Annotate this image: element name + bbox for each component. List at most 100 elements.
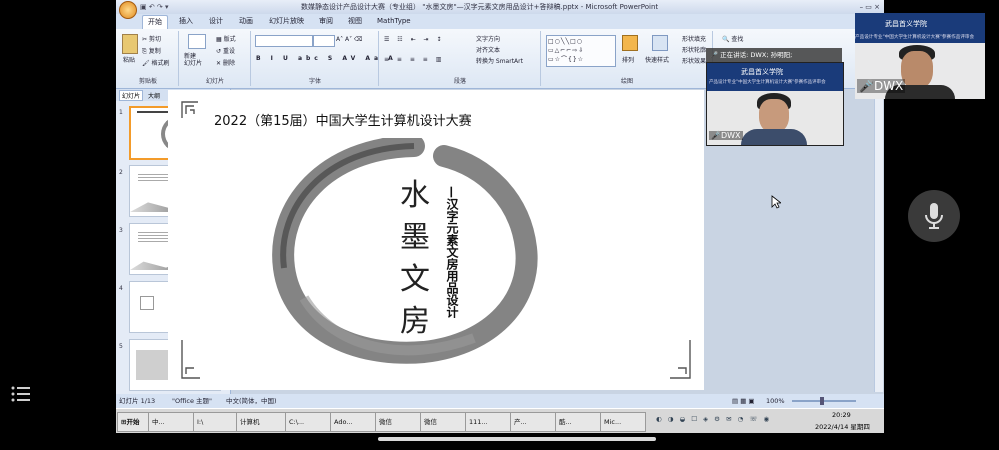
clipboard-label: 剪贴板 (138, 78, 157, 85)
office-button[interactable] (119, 1, 137, 19)
mouse-cursor (771, 195, 781, 209)
drawing-label: 绘图 (620, 78, 633, 85)
vertical-title-char-1: 水 (400, 178, 430, 213)
delete-button[interactable]: ✕ 删除 (216, 58, 235, 67)
tab-animation[interactable]: 动画 (234, 15, 258, 28)
system-tray-icons[interactable]: ◐ ◑ ◒ ☐ ◈ ⚙ ✉ ◔ ☏ ◉ (656, 415, 771, 423)
view-buttons[interactable]: ▤ ▦ ▣ (732, 394, 755, 408)
speaking-indicator: 🎤 正在讲话: DWX; 孙明阳; (706, 48, 842, 62)
video-tile-dwx[interactable]: 武昌首义学院 产品设计专业"中国大学生计算机设计大赛"参赛作品评审会 🎤DWX (706, 62, 844, 146)
slides-label: 幻灯片 (205, 78, 224, 85)
arrange-icon[interactable] (622, 35, 638, 51)
taskbar-item-9[interactable]: 产... (510, 412, 556, 432)
shape-effects-button[interactable]: 形状效果 (682, 56, 706, 65)
window-title: 数媒静态设计产品设计大赛（专业组） "水墨文房"—汉字元素文房用品设计+答辩稿.… (301, 3, 659, 11)
new-slide-icon[interactable] (188, 34, 206, 49)
copy-button[interactable]: ⎘ 复制 (142, 46, 161, 56)
slide-heading: 2022（第15届）中国大学生计算机设计大赛 (214, 114, 472, 129)
taskbar-item-1[interactable]: 中... (148, 412, 194, 432)
speaker-mic-icon: 🎤 (710, 51, 719, 59)
align-text-button[interactable]: 对齐文本 (476, 45, 500, 54)
taskbar-item-6[interactable]: 微信 (375, 412, 421, 432)
self-video-tile[interactable]: 武昌首义学院 产品设计专业"中国大学生计算机设计大赛"参赛作品评审会 🎤DWX (855, 13, 985, 99)
tab-outline-panel[interactable]: 大纲 (148, 91, 160, 100)
reset-button[interactable]: ↺ 重设 (216, 46, 235, 55)
taskbar-item-7[interactable]: 微信 (420, 412, 466, 432)
home-indicator (378, 437, 656, 441)
tab-design[interactable]: 设计 (204, 15, 228, 28)
clock-date: 2022/4/14 星期四 (815, 423, 870, 431)
self-banner: 产品设计专业"中国大学生计算机设计大赛"参赛作品评审会 (855, 35, 975, 40)
tab-slides-panel[interactable]: 幻灯片 (119, 90, 144, 101)
vertical-scrollbar[interactable] (874, 92, 883, 392)
paste-icon[interactable] (122, 34, 138, 54)
language-indicator: 中文(简体，中国) (226, 397, 277, 405)
title-bar: ▣ ↶ ↷ ▾ 数媒静态设计产品设计大赛（专业组） "水墨文房"—汉字元素文房用… (116, 0, 884, 19)
taskbar-item-10[interactable]: 酷... (555, 412, 601, 432)
taskbar-item-8[interactable]: 111... (465, 412, 511, 432)
quick-access-toolbar[interactable]: ▣ ↶ ↷ ▾ (140, 0, 169, 14)
tab-slideshow[interactable]: 幻灯片放映 (264, 15, 309, 28)
taskbar-item-5[interactable]: Ado... (330, 412, 376, 432)
corner-ornament-top-left (181, 101, 198, 118)
font-label: 字体 (308, 78, 321, 85)
self-mic-icon: 🎤 (859, 79, 874, 93)
new-slide-button[interactable]: 新建 幻灯片 (184, 53, 202, 67)
list-buttons[interactable]: ☰ ☷ ⇤ ⇥ ↕ (384, 36, 444, 43)
self-school-name: 武昌首义学院 (885, 20, 927, 28)
paragraph-label: 段落 (453, 78, 466, 85)
zoom-level[interactable]: 100% (766, 394, 785, 408)
font-size-select[interactable] (313, 35, 335, 47)
shape-fill-button[interactable]: 形状填充 (682, 34, 706, 43)
taskbar-item-3[interactable]: 计算机 (236, 412, 286, 432)
arrange-button[interactable]: 排列 (622, 55, 634, 64)
vertical-title-char-4: 房 (400, 304, 430, 339)
taskbar-item-11[interactable]: Mic... (600, 412, 646, 432)
zoom-slider[interactable] (792, 400, 856, 402)
cut-button[interactable]: ✂ 剪切 (142, 34, 161, 43)
start-button[interactable]: ⊞开始 (117, 412, 149, 432)
smartart-button[interactable]: 转换为 SmartArt (476, 56, 523, 65)
speaking-label: 正在讲话: DWX; 孙明阳; (720, 51, 793, 59)
shape-outline-button[interactable]: 形状轮廓 (682, 45, 706, 54)
window-controls[interactable]: – ▭ × (860, 0, 880, 14)
tab-home[interactable]: 开始 (142, 15, 168, 29)
format-painter-button[interactable]: 🖌 格式刷 (142, 58, 170, 67)
zoom-slider-thumb[interactable] (820, 397, 824, 405)
vertical-subtitle: —汉字元素文房用品设计 (445, 186, 459, 318)
status-bar: 幻灯片 1/13 "Office 主题" 中文(简体，中国) ▤ ▦ ▣ 100… (116, 394, 884, 408)
vertical-title-char-2: 墨 (400, 220, 430, 255)
taskbar-item-2[interactable]: I:\ (193, 412, 237, 432)
layout-button[interactable]: ▦ 版式 (216, 34, 236, 43)
corner-ornament-bottom-right (670, 340, 691, 379)
tile-banner: 产品设计专业"中国大学生计算机设计大赛"参赛作品评审会 (709, 80, 826, 85)
theme-name: "Office 主题" (172, 397, 213, 405)
participant-face (759, 99, 789, 133)
tab-view[interactable]: 视图 (343, 15, 367, 28)
font-group: A˄ A˅ ⌫ B I U abc S AV Aa A 字体 (252, 31, 393, 86)
quick-styles-button[interactable]: 快速样式 (645, 55, 669, 64)
font-name-select[interactable] (255, 35, 313, 47)
clipboard-group: 粘贴 ✂ 剪切 ⎘ 复制 🖌 格式刷 剪贴板 (118, 31, 179, 86)
taskbar-item-4[interactable]: C:\... (285, 412, 331, 432)
menu-list-icon[interactable] (10, 384, 32, 404)
paste-button[interactable]: 粘贴 (123, 55, 135, 64)
self-participant-face (901, 51, 933, 89)
text-direction-button[interactable]: 文字方向 (476, 34, 500, 43)
microphone-icon (925, 203, 943, 229)
quick-styles-icon[interactable] (652, 35, 668, 51)
participant-shirt (741, 129, 807, 145)
ribbon-tabs: 开始 插入 设计 动画 幻灯片放映 审阅 视图 MathType (116, 14, 884, 29)
tab-review[interactable]: 审阅 (314, 15, 338, 28)
slide-counter: 幻灯片 1/13 (119, 397, 156, 405)
find-button[interactable]: 🔍 查找 (722, 34, 743, 43)
mute-mic-button[interactable] (908, 190, 960, 242)
font-size-buttons[interactable]: A˄ A˅ ⌫ (336, 36, 363, 43)
tab-insert[interactable]: 插入 (174, 15, 198, 28)
current-slide[interactable]: 2022（第15届）中国大学生计算机设计大赛 水 墨 文 房 —汉字元素文房用品… (168, 90, 704, 390)
align-buttons[interactable]: ≡ ≡ ≡ ≡ ▥ (384, 56, 444, 63)
windows-taskbar: ⊞开始 中... I:\ 计算机 C:\... Ado... 微信 微信 111… (116, 408, 884, 433)
tab-mathtype[interactable]: MathType (372, 15, 416, 28)
vertical-title-char-3: 文 (400, 262, 430, 297)
font-style-buttons[interactable]: B I U abc S AV Aa A (256, 55, 397, 62)
